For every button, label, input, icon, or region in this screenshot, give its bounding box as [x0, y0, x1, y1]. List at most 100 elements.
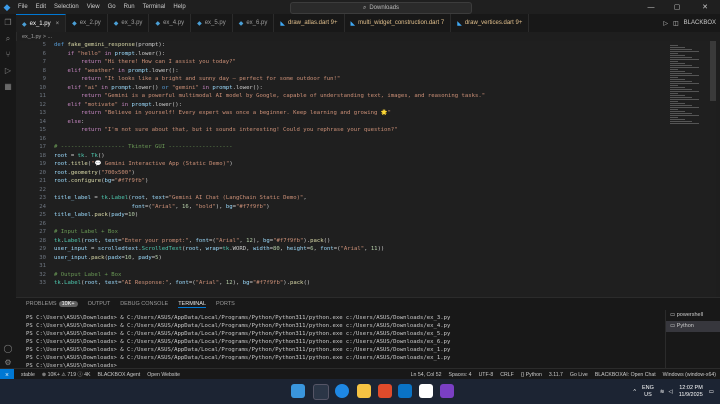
code-text: return "Hi there! How can I assist you t… — [80, 59, 236, 65]
menu-go[interactable]: Go — [104, 4, 120, 10]
tab-output[interactable]: OUTPUT — [88, 301, 111, 307]
code-line: 27 # Input Label + Box — [16, 228, 666, 237]
tab-label: ex_6.py — [246, 20, 268, 26]
settings-gear-icon[interactable]: ⚙ — [3, 358, 13, 368]
status-open-website[interactable]: Open Website — [147, 372, 180, 378]
maximize-button[interactable]: ▢ — [666, 0, 688, 14]
minimap-line — [670, 71, 685, 72]
editor-actions: ▷ ◫ BLACKBOX — [663, 14, 716, 32]
line-number: 30 — [39, 254, 46, 261]
menu-selection[interactable]: Selection — [50, 4, 83, 10]
run-icon[interactable]: ▷ — [663, 20, 668, 27]
menu-run[interactable]: Run — [120, 4, 139, 10]
app-icon[interactable] — [440, 384, 454, 398]
notification-icon[interactable]: ▭ — [709, 389, 714, 395]
code-editor[interactable]: 5 def fake_gemini_response(prompt): 6 if "… — [16, 41, 666, 297]
status-right-item[interactable]: Windows (window-x64) — [663, 372, 716, 378]
vscode-taskbar-icon[interactable] — [398, 384, 412, 398]
menu-edit[interactable]: Edit — [32, 4, 50, 10]
code-text: if "hello" in prompt.lower(): — [67, 50, 166, 57]
extensions-icon[interactable]: ▦ — [3, 82, 13, 92]
tab-label: ex_4.py — [163, 20, 185, 26]
minimap-line — [670, 45, 678, 46]
breadcrumb[interactable]: ex_1.py > ... — [16, 32, 52, 41]
status-right-item[interactable]: BLACKBOXAI: Open Chat — [595, 372, 656, 378]
tab-ex_1-py[interactable]: ◆ ex_1.py × — [16, 14, 67, 32]
tab-draw_atlas-dart[interactable]: ◣ draw_atlas.dart 9+ — [274, 14, 345, 32]
code-text: def fake_gemini_response(prompt): — [54, 42, 166, 48]
command-search-box[interactable]: ⌕ Downloads — [290, 2, 472, 14]
file-explorer-icon[interactable] — [357, 384, 371, 398]
line-number: 14 — [39, 118, 46, 125]
tab-problems[interactable]: PROBLEMS 10K+ — [26, 301, 78, 307]
tab-ex_6-py[interactable]: ◆ ex_6.py — [233, 14, 275, 32]
tab-multi_widget_construction-dart[interactable]: ◣ multi_widget_construction.dart 7 — [345, 14, 452, 32]
menu-help[interactable]: Help — [169, 4, 189, 10]
tab-ex_5-py[interactable]: ◆ ex_5.py — [191, 14, 233, 32]
status-branch[interactable]: stable — [21, 372, 35, 378]
status-right-item[interactable]: Spaces: 4 — [448, 372, 471, 378]
close-tab-icon[interactable]: × — [56, 21, 60, 27]
language-indicator[interactable]: ENG US — [642, 385, 654, 399]
line-number: 11 — [39, 93, 46, 99]
system-tray: ^ ENG US ≋ ◁ 12:02 PM 11/9/2025 ▭ — [633, 379, 714, 404]
close-button[interactable]: ✕ — [694, 0, 716, 14]
minimap-line — [670, 63, 685, 64]
terminal-line: PS C:\Users\ASUS\Downloads> & C:/Users/A… — [26, 339, 451, 345]
tray-chevron-icon[interactable]: ^ — [633, 389, 636, 395]
edge-browser-icon[interactable] — [335, 384, 349, 398]
chrome-icon[interactable] — [419, 384, 433, 398]
explorer-icon[interactable]: ❐ — [3, 18, 13, 28]
line-number: 28 — [39, 237, 46, 244]
code-text: root.configure(bg="#f7f9fb") — [54, 178, 149, 184]
minimap[interactable] — [666, 41, 708, 297]
status-blackbox-agent[interactable]: BLACKBOX Agent — [98, 372, 141, 378]
scrollbar-thumb[interactable] — [710, 41, 716, 101]
wifi-icon[interactable]: ≋ — [660, 389, 665, 395]
tab-ports[interactable]: PORTS — [216, 301, 235, 307]
terminal-entry-python[interactable]: ▭ Python — [666, 321, 720, 332]
code-line: 31 — [16, 262, 666, 271]
line-number: 20 — [39, 169, 46, 176]
status-problems[interactable]: ⊗ 10K+ ⚠ 719 ⓘ 4K — [42, 371, 91, 378]
menu-file[interactable]: File — [14, 4, 32, 10]
code-line: 10 elif "ai" in prompt.lower() or "gemin… — [16, 84, 666, 93]
clock[interactable]: 12:02 PM 11/9/2025 — [679, 385, 703, 399]
status-right-item[interactable]: CRLF — [500, 372, 514, 378]
line-number: 18 — [39, 152, 46, 159]
line-number: 33 — [39, 280, 46, 286]
task-view-icon[interactable] — [313, 384, 329, 400]
terminal-entry-powershell[interactable]: ▭ powershell — [666, 310, 720, 321]
menu-view[interactable]: View — [83, 4, 104, 10]
status-right-item[interactable]: Ln 54, Col 52 — [411, 372, 442, 378]
start-icon[interactable] — [291, 384, 305, 398]
status-right-item[interactable]: Go Live — [570, 372, 588, 378]
blackbox-label[interactable]: BLACKBOX — [684, 20, 716, 26]
code-line: 9 return "It looks like a bright and sun… — [16, 75, 666, 84]
status-right-item[interactable]: {} Python — [521, 372, 542, 378]
minimap-line — [670, 69, 678, 70]
run-debug-icon[interactable]: ▷ — [3, 66, 13, 76]
tab-draw_vertices-dart[interactable]: ◣ draw_vertices.dart 9+ — [451, 14, 530, 32]
tab-debug-console[interactable]: DEBUG CONSOLE — [120, 301, 168, 307]
search-icon[interactable]: ⌕ — [3, 34, 13, 44]
minimize-button[interactable]: — — [640, 0, 662, 14]
split-editor-icon[interactable]: ◫ — [673, 20, 679, 27]
tab-ex_3-py[interactable]: ◆ ex_3.py — [108, 14, 150, 32]
line-number: 10 — [39, 84, 46, 91]
tab-ex_2-py[interactable]: ◆ ex_2.py — [66, 14, 108, 32]
source-control-icon[interactable]: ⑂ — [3, 50, 13, 60]
tab-label: ex_2.py — [79, 20, 101, 26]
python-file-icon: ◆ — [155, 20, 161, 27]
status-right-item[interactable]: UTF-8 — [479, 372, 494, 378]
tab-ex_4-py[interactable]: ◆ ex_4.py — [149, 14, 192, 32]
volume-icon[interactable]: ◁ — [669, 389, 673, 395]
terminal-output[interactable]: PS C:\Users\ASUS\Downloads> & C:/Users/A… — [26, 314, 450, 370]
status-right-item[interactable]: 3.11.7 — [549, 372, 563, 378]
code-line: 30 user_input.pack(padx=10, pady=5) — [16, 254, 666, 263]
line-number: 32 — [39, 271, 46, 278]
tab-terminal[interactable]: TERMINAL — [178, 301, 206, 308]
account-icon[interactable]: ◯ — [3, 344, 13, 354]
menu-terminal[interactable]: Terminal — [139, 4, 170, 10]
brave-browser-icon[interactable] — [378, 384, 392, 398]
